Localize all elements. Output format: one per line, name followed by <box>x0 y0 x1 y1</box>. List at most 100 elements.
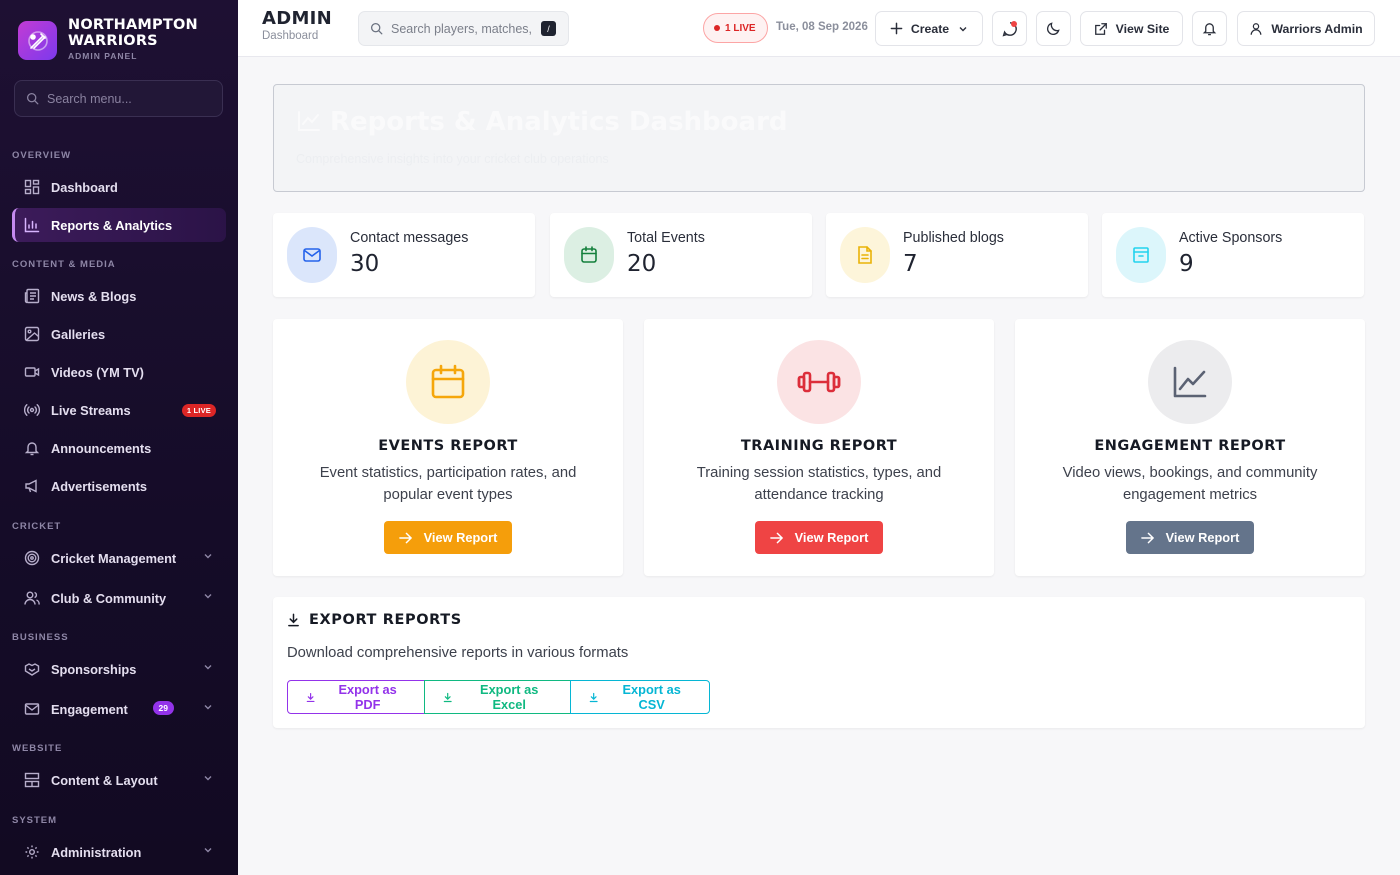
global-search-input[interactable] <box>391 21 536 36</box>
menu-search-box[interactable] <box>14 80 223 117</box>
bell-icon <box>23 439 41 457</box>
sidebar-item-label: Dashboard <box>51 179 118 195</box>
report-title: EVENTS REPORT <box>378 438 518 454</box>
grid-icon <box>23 178 41 196</box>
line-chart-icon <box>298 111 320 131</box>
view-engagement-report-button[interactable]: View Report <box>1126 521 1254 554</box>
view-training-report-button[interactable]: View Report <box>755 521 883 554</box>
search-shortcut-key: / <box>541 21 556 36</box>
dark-mode-toggle[interactable] <box>1036 11 1071 46</box>
export-pdf-button[interactable]: Export as PDF <box>287 680 425 714</box>
mail-icon <box>23 700 41 718</box>
section-label-content: CONTENT & MEDIA <box>12 259 116 270</box>
chevron-down-icon <box>204 665 212 670</box>
sidebar-item-advertisements[interactable]: Advertisements <box>12 469 226 503</box>
export-reports-panel: EXPORT REPORTS Download comprehensive re… <box>273 597 1365 728</box>
sidebar-item-news[interactable]: News & Blogs <box>12 279 226 313</box>
section-label-website: WEBSITE <box>12 743 63 754</box>
report-description: Event statistics, participation rates, a… <box>319 465 577 503</box>
external-link-icon <box>1094 22 1107 35</box>
sidebar-item-label: Club & Community <box>51 590 167 606</box>
menu-search-input[interactable] <box>47 91 207 106</box>
chat-button[interactable] <box>992 11 1027 46</box>
notifications-button[interactable] <box>1192 11 1227 46</box>
section-label-system: SYSTEM <box>12 815 58 826</box>
sidebar-item-dashboard[interactable]: Dashboard <box>12 170 226 204</box>
view-events-report-button[interactable]: View Report <box>384 521 512 554</box>
export-csv-button[interactable]: Export as CSV <box>570 680 710 714</box>
sidebar-item-label: Engagement <box>51 701 128 717</box>
newspaper-icon <box>23 287 41 305</box>
line-chart-icon <box>1148 340 1232 424</box>
sidebar-item-label: Videos (YM TV) <box>51 364 144 380</box>
broadcast-icon <box>23 401 41 419</box>
button-label: View Report <box>1165 530 1240 545</box>
sidebar-item-label: Content & Layout <box>51 772 158 788</box>
sidebar-item-label: Live Streams <box>51 402 131 418</box>
view-site-button[interactable]: View Site <box>1080 11 1183 46</box>
sidebar-item-label: Advertisements <box>51 478 148 494</box>
topbar: ADMIN Dashboard / 1 LIVE Tue, 08 Sep 202… <box>238 0 1400 57</box>
button-label: Export as PDF <box>338 682 397 712</box>
stat-card-total-events[interactable]: Total Events 20 <box>550 213 812 297</box>
sidebar-item-label: Reports & Analytics <box>51 217 173 233</box>
sidebar-item-label: Galleries <box>51 326 106 342</box>
live-indicator[interactable]: 1 LIVE <box>703 13 768 43</box>
chevron-down-icon <box>204 705 212 710</box>
stat-card-published-blogs[interactable]: Published blogs 7 <box>826 213 1088 297</box>
sidebar-item-reports[interactable]: Reports & Analytics <box>12 208 226 242</box>
arrow-right-icon <box>769 532 783 543</box>
create-button[interactable]: Create <box>875 11 983 46</box>
report-description: Video views, bookings, and community eng… <box>1062 465 1318 503</box>
report-card-training: TRAINING REPORT Training session statist… <box>644 319 994 576</box>
user-menu-button[interactable]: Warriors Admin <box>1237 11 1375 46</box>
sidebar-item-club-community[interactable]: Club & Community <box>12 581 226 615</box>
button-label: Export as Excel <box>480 682 539 712</box>
sidebar-item-galleries[interactable]: Galleries <box>12 317 226 351</box>
chevron-down-icon <box>204 848 212 853</box>
arrow-right-icon <box>1140 532 1154 543</box>
stat-card-contact-messages[interactable]: Contact messages 30 <box>273 213 535 297</box>
page-title: ADMIN <box>262 8 333 29</box>
arrow-right-icon <box>398 532 412 543</box>
sidebar-item-administration[interactable]: Administration <box>12 835 226 869</box>
report-title: TRAINING REPORT <box>740 438 898 454</box>
bell-icon <box>1202 23 1217 36</box>
brand-title-line1: NORTHAMPTON <box>68 17 198 33</box>
calendar-icon <box>406 340 490 424</box>
button-label: View Report <box>794 530 869 545</box>
brand[interactable]: NORTHAMPTON WARRIORS ADMIN PANEL <box>18 17 198 61</box>
layout-icon <box>23 771 41 789</box>
unread-dot-icon <box>1011 21 1017 27</box>
sidebar-item-content-layout[interactable]: Content & Layout <box>12 763 226 797</box>
sidebar-item-announcements[interactable]: Announcements <box>12 431 226 465</box>
sidebar-item-sponsorships[interactable]: Sponsorships <box>12 652 226 686</box>
sidebar-item-engagement[interactable]: Engagement 29 <box>12 692 226 726</box>
sidebar-item-label: Administration <box>51 844 142 860</box>
bar-chart-icon <box>23 216 41 234</box>
sidebar-item-videos[interactable]: Videos (YM TV) <box>12 355 226 389</box>
page-heading: ADMIN Dashboard <box>262 8 332 42</box>
brand-title-line2: WARRIORS <box>68 33 158 49</box>
stat-card-active-sponsors[interactable]: Active Sponsors 9 <box>1102 213 1364 297</box>
envelope-icon <box>287 227 337 283</box>
export-title: EXPORT REPORTS <box>287 612 462 628</box>
megaphone-icon <box>23 477 41 495</box>
button-label: View Report <box>423 530 498 545</box>
sidebar-item-cricket-management[interactable]: Cricket Management <box>12 541 226 575</box>
create-button-label: Create <box>910 21 950 36</box>
chevron-down-icon <box>204 594 212 599</box>
current-date: Tue, 08 Sep 2026 <box>776 21 868 33</box>
live-count-badge: 1 LIVE <box>181 404 216 417</box>
sidebar-item-live-streams[interactable]: Live Streams 1 LIVE <box>12 393 226 427</box>
section-label-cricket: CRICKET <box>12 521 62 532</box>
brand-subtitle: ADMIN PANEL <box>68 51 138 61</box>
stat-label: Published blogs <box>903 230 1004 246</box>
global-search-box[interactable]: / <box>358 11 569 46</box>
gear-icon <box>23 843 41 861</box>
page-subtitle: Dashboard <box>262 30 319 42</box>
dashboard-hero-banner: Reports & Analytics Dashboard Comprehens… <box>273 84 1365 192</box>
search-icon <box>370 22 383 35</box>
export-excel-button[interactable]: Export as Excel <box>424 680 571 714</box>
hero-title: Reports & Analytics Dashboard <box>330 107 788 137</box>
